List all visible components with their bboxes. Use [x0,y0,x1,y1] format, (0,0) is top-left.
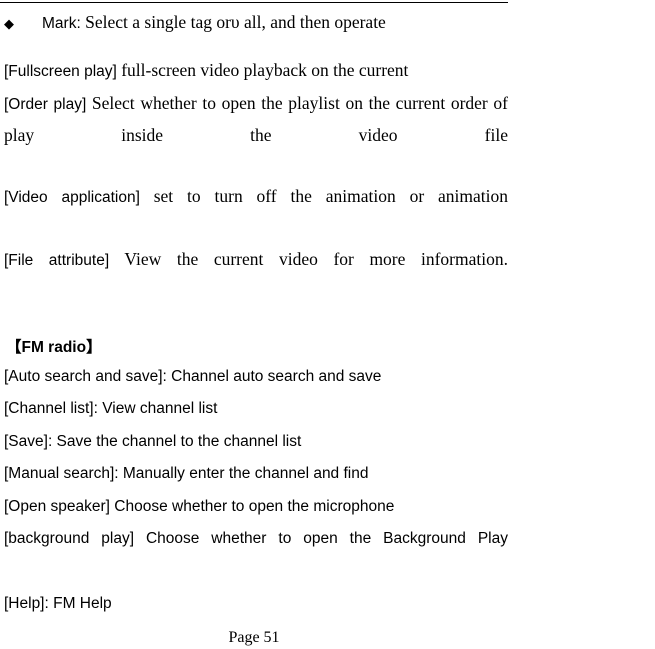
setting-label-fullscreen-play: [Fullscreen play] [4,63,117,80]
fm-item-channel-list: [Channel list]: View channel list [4,400,218,418]
setting-text-video-application: set to turn off the animation or animati… [153,186,508,206]
fm-item-help: [Help]: FM Help [4,594,112,612]
fm-item-open-speaker: [Open speaker] Choose whether to open th… [4,497,395,515]
bullet-item-content: Mark: Select a single tag orυ all, and t… [42,8,386,38]
page-content: ◆ Mark: Select a single tag orυ all, and… [4,8,508,620]
setting-text-fullscreen-play: full-screen video playback on the curren… [121,60,409,80]
setting-item-order-play: [Order play] Select whether to open the … [4,88,508,182]
fm-item-manual-search: [Manual search]: Manually enter the chan… [4,465,369,483]
fm-item-auto-search-and-save: [Auto search and save]: Channel auto sea… [4,368,382,385]
setting-item-video-application: [Video application] set to turn off the … [4,181,508,244]
bullet-item-text: Select a single tag orυ all, and then op… [85,12,386,32]
bullet-item-mark: ◆ Mark: Select a single tag orυ all, and… [4,8,508,39]
setting-item-file-attribute: [File attribute] View the current video … [4,244,508,307]
spacer-after-bullet [4,39,508,55]
bullet-item-label: Mark: [42,15,81,32]
setting-label-file-attribute: [File attribute] [4,252,110,269]
section-heading-fm-radio: 【FM radio】 [6,339,102,356]
page-number-footer: Page 51 [228,629,280,646]
fm-item-save: [Save]: Save the channel to the channel … [4,432,302,450]
setting-label-order-play: [Order play] [4,95,87,113]
setting-label-video-application: [Video application] [4,189,140,206]
document-page: ◆ Mark: Select a single tag orυ all, and… [0,0,655,649]
spacer-before-fm-section [4,307,508,335]
setting-text-file-attribute: View the current video for more informat… [124,249,508,269]
diamond-bullet-icon: ◆ [4,17,14,32]
setting-item-fullscreen-play: [Fullscreen play] full-screen video play… [4,55,508,88]
page-header-rule [0,2,508,3]
fm-item-background-play: [background play] Choose whether to open… [4,530,508,548]
